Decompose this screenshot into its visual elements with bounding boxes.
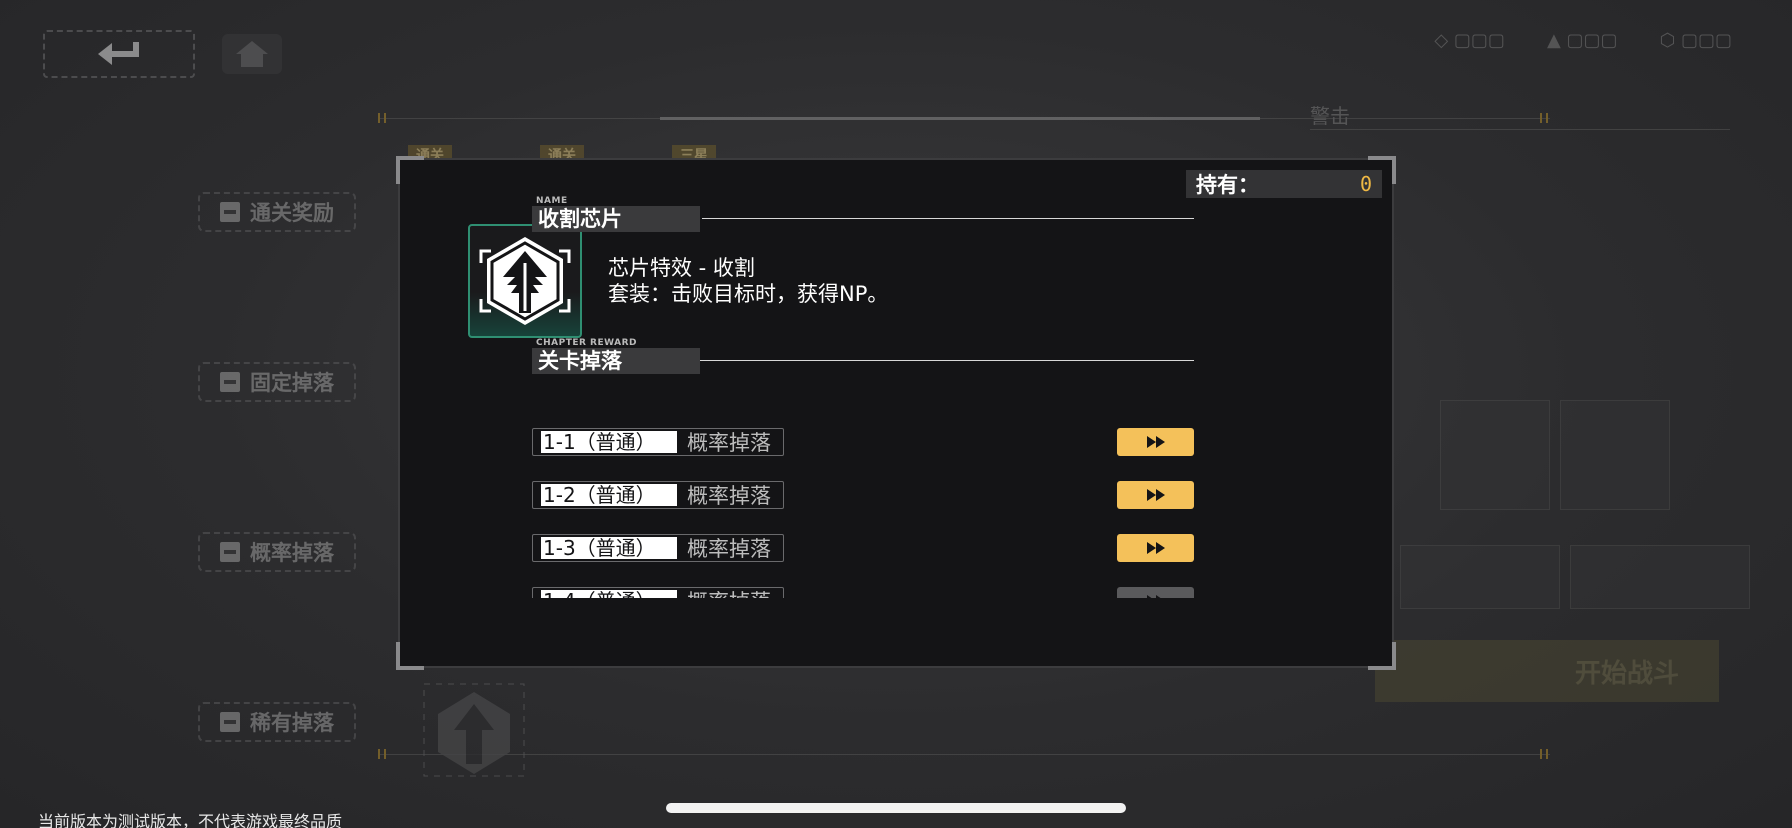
stage-label: 1-3（普通） 概率掉落	[532, 534, 784, 562]
reward-card	[1400, 545, 1560, 609]
name-caption: NAME	[536, 196, 568, 206]
home-icon	[236, 41, 268, 67]
return-arrow-icon	[98, 42, 139, 65]
goto-stage-button[interactable]	[1117, 587, 1194, 598]
list-item: 1-1（普通） 概率掉落	[532, 422, 1194, 475]
drop-type: 概率掉落	[687, 484, 771, 508]
list-item: 1-3（普通） 概率掉落	[532, 528, 1194, 581]
currency-slot: ⬡ ▢▢▢	[1659, 30, 1732, 51]
stage-name: 1-1（普通）	[541, 431, 677, 453]
version-disclaimer: 当前版本为测试版本，不代表游戏最终品质	[38, 812, 343, 828]
start-battle-button[interactable]: 开始战斗	[1375, 640, 1719, 702]
item-set-bonus: 套装：击败目标时，获得NP。	[608, 282, 889, 306]
owned-label: 持有：	[1196, 173, 1259, 197]
item-detail-dialog: 持有： 0 NAME 收割芯片 芯片特效 - 收割 套装：击败目标时，获得NP。…	[396, 156, 1396, 670]
item-name: 收割芯片	[532, 206, 700, 232]
currency-bar: ◇ ▢▢▢ ▲ ▢▢▢ ⬡ ▢▢▢	[1434, 30, 1732, 51]
drop-type: 概率掉落	[687, 537, 771, 561]
frame-corner	[396, 642, 424, 670]
game-screen: ◇ ▢▢▢ ▲ ▢▢▢ ⬡ ▢▢▢ 通关 通关 三星 通关奖励 固定掉落 概率掉…	[0, 0, 1792, 828]
reward-card	[1440, 400, 1550, 510]
drop-type: 概率掉落	[687, 431, 771, 455]
reward-card	[1560, 400, 1670, 510]
side-label-chance-drop[interactable]: 概率掉落	[198, 532, 356, 572]
stage-name: 1-2（普通）	[541, 484, 677, 506]
tick-mark	[378, 113, 386, 123]
goto-stage-button[interactable]	[1117, 428, 1194, 456]
tray-icon	[220, 372, 240, 392]
stage-label: 1-4（普通） 概率掉落	[532, 587, 784, 598]
stage-label: 1-1（普通） 概率掉落	[532, 428, 784, 456]
drop-list[interactable]: 1-1（普通） 概率掉落 1-2（普通） 概率掉落 1-3（普通） 概率掉落	[532, 422, 1194, 598]
stage-label: 1-2（普通） 概率掉落	[532, 481, 784, 509]
tray-icon	[220, 202, 240, 222]
owned-value: 0	[1359, 172, 1372, 196]
reward-card	[1570, 545, 1750, 609]
home-indicator-bar[interactable]	[666, 803, 1126, 813]
drop-type: 概率掉落	[687, 586, 771, 598]
list-item: 1-4（普通） 概率掉落	[532, 581, 1194, 598]
divider	[702, 218, 1194, 219]
side-label-fixed-drop[interactable]: 固定掉落	[198, 362, 356, 402]
owned-count: 持有： 0	[1186, 170, 1382, 198]
reward-title: 关卡掉落	[532, 348, 700, 374]
goto-stage-button[interactable]	[1117, 481, 1194, 509]
item-icon-frame	[468, 224, 582, 338]
arrow-chip-icon	[479, 237, 571, 325]
divider	[700, 360, 1194, 361]
currency-slot: ◇ ▢▢▢	[1434, 30, 1505, 51]
tick-mark	[1540, 749, 1548, 759]
stage-name: 1-3（普通）	[541, 537, 677, 559]
fast-forward-icon	[1146, 542, 1165, 554]
back-button[interactable]	[43, 30, 195, 78]
fast-forward-icon	[1146, 489, 1165, 501]
divider	[380, 754, 1550, 755]
side-label-rare-drop[interactable]: 稀有掉落	[198, 702, 356, 742]
frame-corner	[396, 156, 424, 184]
tick-mark	[378, 749, 386, 759]
reward-caption: CHAPTER REWARD	[536, 338, 638, 348]
list-item: 1-2（普通） 概率掉落	[532, 475, 1194, 528]
side-label-clear-reward[interactable]: 通关奖励	[198, 192, 356, 232]
tray-icon	[220, 542, 240, 562]
currency-slot: ▲ ▢▢▢	[1546, 30, 1618, 51]
frame-corner	[1368, 642, 1396, 670]
fast-forward-icon	[1146, 595, 1160, 598]
chip-thumbnail-icon	[423, 683, 525, 777]
home-button[interactable]	[222, 34, 282, 74]
right-panel-header: 警击	[1310, 100, 1730, 130]
divider	[660, 117, 1260, 120]
fast-forward-icon	[1146, 436, 1165, 448]
stage-name: 1-4（普通）	[541, 590, 677, 598]
goto-stage-button[interactable]	[1117, 534, 1194, 562]
tray-icon	[220, 712, 240, 732]
